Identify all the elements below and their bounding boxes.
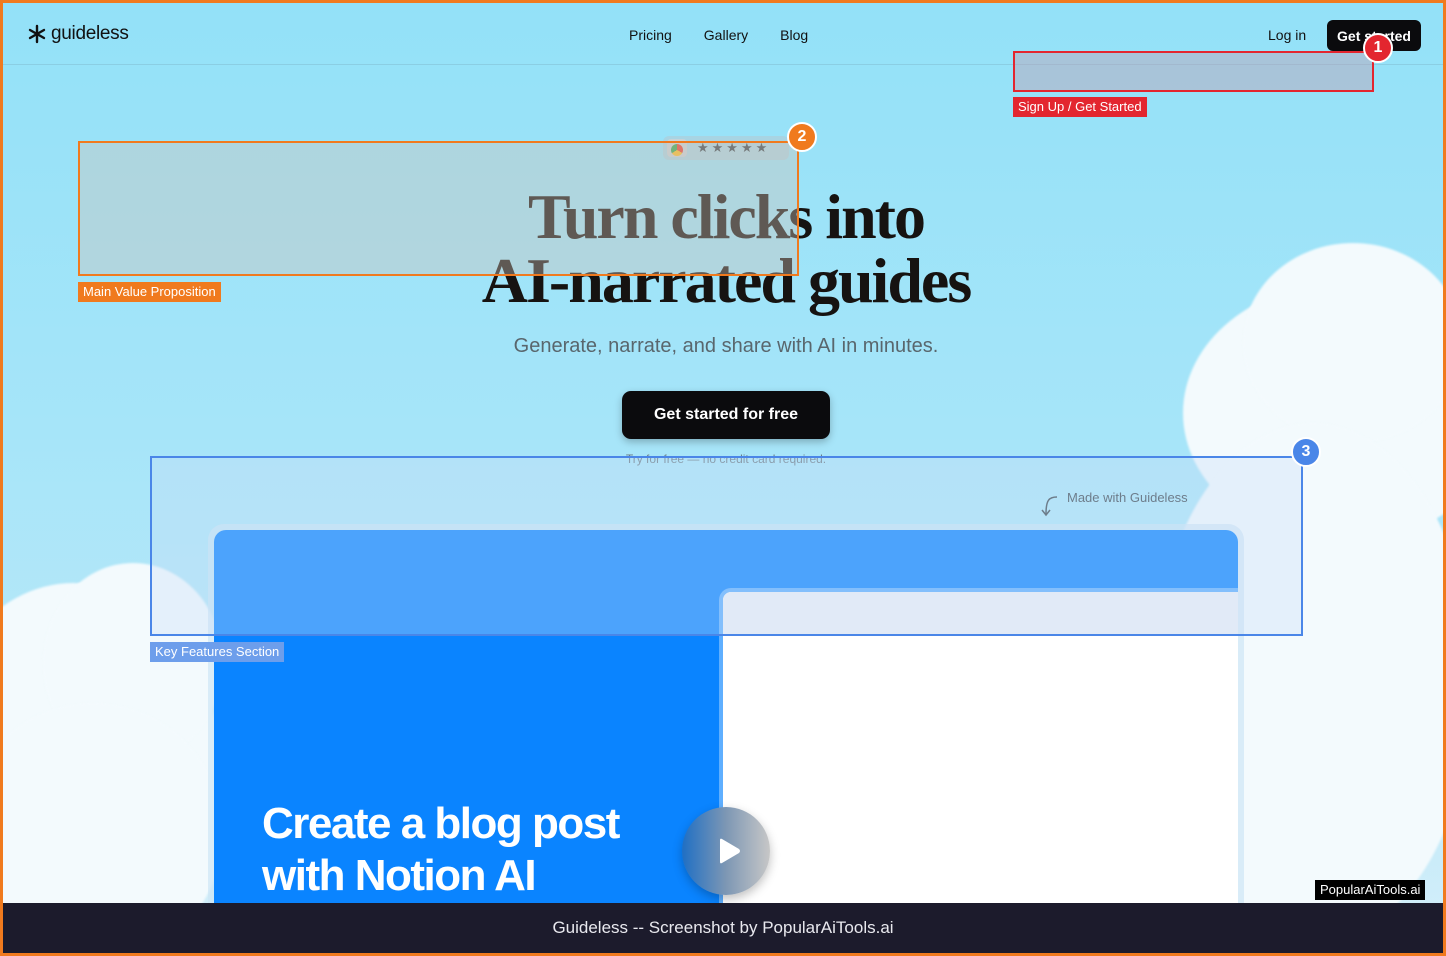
annotation-label-signup: Sign Up / Get Started (1013, 97, 1147, 117)
screenshot-caption-bar: Guideless -- Screenshot by PopularAiTool… (3, 903, 1443, 953)
annotation-box-value-proposition (78, 141, 799, 276)
nav-links: Pricing Gallery Blog (629, 27, 808, 43)
video-app-window (723, 592, 1238, 930)
nav-link-gallery[interactable]: Gallery (704, 27, 748, 43)
annotation-badge-1: 1 (1363, 33, 1393, 63)
screenshot-caption: Guideless -- Screenshot by PopularAiTool… (552, 918, 894, 937)
play-icon (720, 838, 740, 864)
annotation-label-key-features: Key Features Section (150, 642, 285, 662)
annotation-box-signup (1013, 51, 1374, 92)
brand-name: guideless (51, 23, 129, 44)
page-frame: guideless Pricing Gallery Blog Log in Ge… (0, 0, 1446, 956)
play-button[interactable] (682, 807, 770, 895)
annotation-box-key-features (150, 456, 1303, 636)
asterisk-logo-icon (28, 24, 46, 44)
brand-logo[interactable]: guideless (27, 23, 129, 45)
annotation-badge-2: 2 (787, 122, 817, 152)
login-link[interactable]: Log in (1268, 27, 1306, 43)
annotation-label-value-proposition: Main Value Proposition (78, 282, 221, 302)
nav-link-blog[interactable]: Blog (780, 27, 808, 43)
annotation-badge-3: 3 (1291, 437, 1321, 467)
watermark: PopularAiTools.ai (1315, 880, 1426, 900)
hero-subheadline: Generate, narrate, and share with AI in … (513, 335, 939, 357)
nav-link-pricing[interactable]: Pricing (629, 27, 672, 43)
get-started-free-button[interactable]: Get started for free (622, 391, 830, 439)
video-title: Create a blog post with Notion AI (262, 799, 620, 900)
